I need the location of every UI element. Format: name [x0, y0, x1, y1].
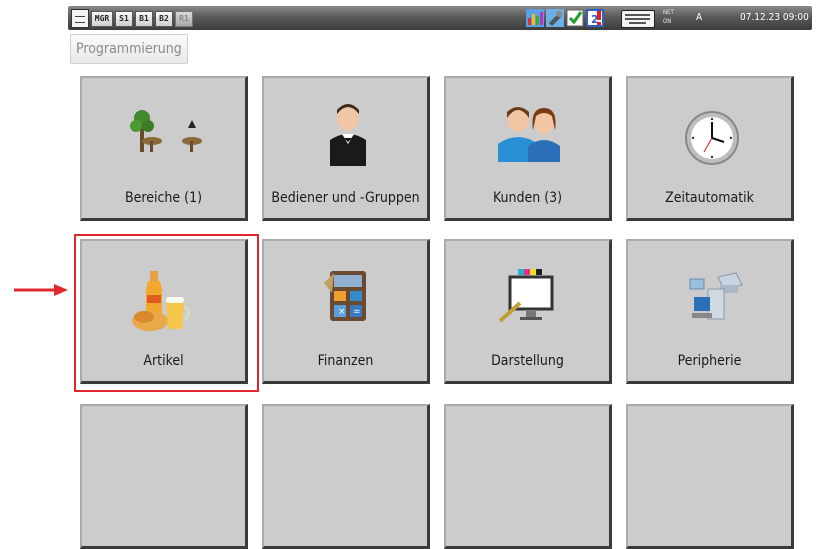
tile-label: Peripherie [677, 353, 742, 369]
tile-zeitautomatik[interactable]: Zeitautomatik [626, 76, 794, 221]
tile-label: Kunden (3) [492, 190, 563, 206]
tile-label: Darstellung [491, 353, 564, 369]
tile-darstellung[interactable]: Darstellung [444, 239, 612, 384]
tile-label: Finanzen [317, 353, 374, 369]
current-user: A [696, 12, 703, 23]
tile-row3-2[interactable] [262, 404, 430, 549]
keyboard-icon[interactable] [621, 10, 655, 28]
tile-row3-4[interactable] [626, 404, 794, 549]
checklist-icon[interactable] [566, 9, 584, 27]
mode-button-b2[interactable]: B2 [155, 11, 173, 27]
waiter-icon [330, 104, 366, 166]
notification-icon[interactable]: 2 [586, 9, 604, 27]
highlight-box [74, 234, 259, 392]
tile-label: Zeitautomatik [665, 190, 754, 206]
display-icon [498, 269, 554, 323]
status-bar: MGR S1 B1 B2 R1 2 NET ON A 07.12.23 09:0… [68, 6, 812, 30]
svg-text:=: = [353, 307, 361, 317]
tile-bereiche[interactable]: Bereiche (1) [80, 76, 248, 221]
mode-button-s1[interactable]: S1 [115, 11, 133, 27]
tile-row3-3[interactable] [444, 404, 612, 549]
tile-kunden[interactable]: Kunden (3) [444, 76, 612, 221]
statistics-icon[interactable] [526, 9, 544, 27]
mode-button-mgr[interactable]: MGR [91, 11, 113, 27]
datetime-display: 07.12.23 09:00 [740, 12, 809, 23]
pointer-arrow [14, 284, 68, 296]
peripherals-icon [689, 272, 743, 320]
tile-row3-1[interactable] [80, 404, 248, 549]
tile-bediener[interactable]: Bediener und -Gruppen [262, 76, 430, 221]
tools-icon[interactable] [546, 9, 564, 27]
areas-icon [130, 110, 202, 152]
clock-icon [685, 111, 739, 165]
home-icon[interactable] [71, 9, 89, 28]
tile-label: Bereiche (1) [124, 190, 202, 206]
tile-finanzen[interactable]: × = Finanzen [262, 239, 430, 384]
svg-text:×: × [338, 307, 346, 317]
finance-icon: × = [324, 271, 366, 321]
network-status: NET ON [663, 9, 674, 25]
mode-button-r1[interactable]: R1 [175, 11, 193, 27]
tile-peripherie[interactable]: Peripherie [626, 239, 794, 384]
page-title: Programmierung [70, 34, 188, 64]
customers-icon [498, 107, 560, 162]
mode-button-b1[interactable]: B1 [135, 11, 153, 27]
tile-label: Bediener und -Gruppen [271, 190, 420, 206]
